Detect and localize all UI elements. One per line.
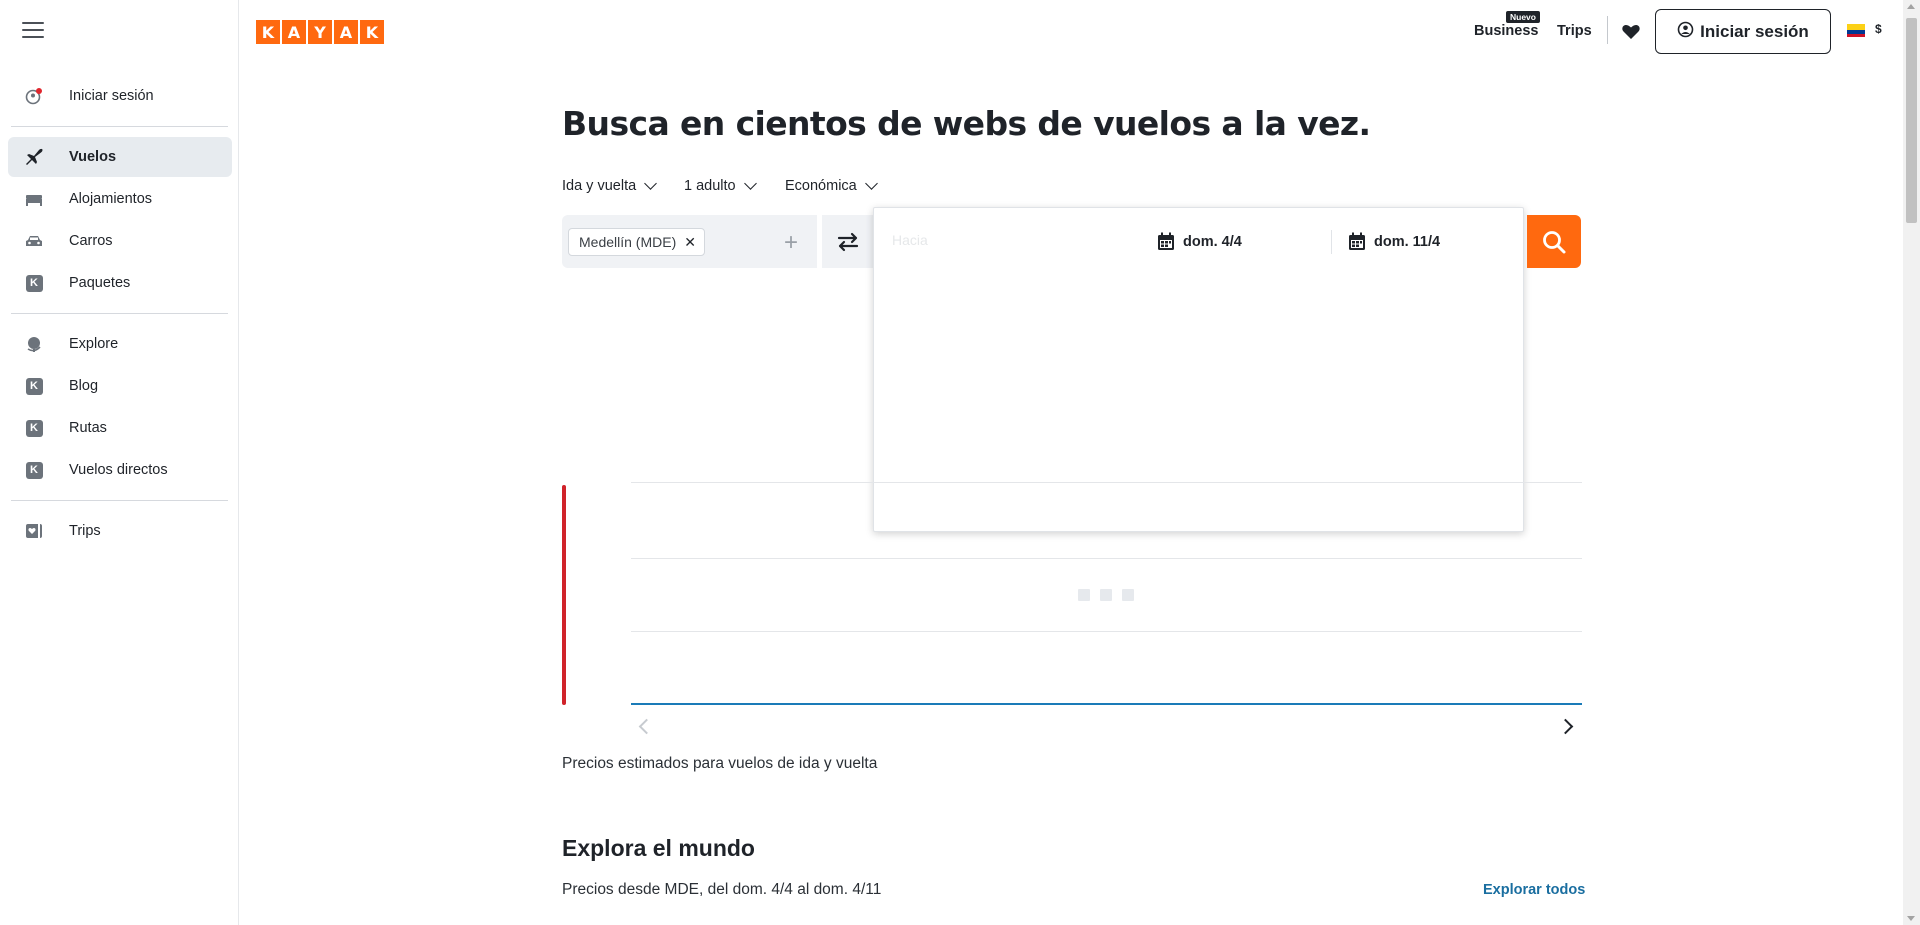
origin-field[interactable]: Medellín (MDE) ✕ + bbox=[562, 215, 817, 268]
chart-baseline bbox=[631, 703, 1582, 705]
calendar-icon bbox=[1158, 232, 1174, 250]
sidebar-item-label: Explore bbox=[69, 336, 119, 352]
return-date-label: dom. 11/4 bbox=[1374, 233, 1441, 250]
chevron-right-icon[interactable] bbox=[1557, 718, 1574, 735]
cabin-dropdown[interactable]: Económica bbox=[785, 177, 878, 194]
trip-type-dropdown[interactable]: Ida y vuelta bbox=[562, 177, 658, 194]
swap-button[interactable] bbox=[822, 215, 874, 268]
car-icon bbox=[24, 231, 44, 251]
sidebar-divider bbox=[11, 500, 228, 501]
close-icon[interactable]: ✕ bbox=[684, 234, 696, 251]
chart-highlight-bar bbox=[562, 485, 566, 705]
logo-letter: A bbox=[282, 20, 306, 44]
return-date-field[interactable]: dom. 11/4 bbox=[1348, 232, 1440, 251]
sidebar-item-direct-flights[interactable]: K Vuelos directos bbox=[8, 450, 232, 490]
date-divider bbox=[1331, 230, 1332, 254]
explore-title: Explora el mundo bbox=[562, 835, 755, 861]
sidebar: Iniciar sesión Vuelos Alojamientos Carro… bbox=[0, 0, 239, 925]
sidebar-item-label: Alojamientos bbox=[69, 191, 153, 207]
kayak-k-icon: K bbox=[24, 460, 44, 480]
sidebar-item-cars[interactable]: Carros bbox=[8, 221, 232, 261]
explore-subtitle: Precios desde MDE, del dom. 4/4 al dom. … bbox=[562, 881, 882, 898]
add-origin-icon[interactable]: + bbox=[784, 229, 798, 257]
login-label: Iniciar sesión bbox=[1700, 21, 1809, 41]
origin-chip-label: Medellín (MDE) bbox=[579, 234, 677, 250]
sidebar-item-label: Vuelos directos bbox=[69, 462, 168, 478]
scrollbar-thumb[interactable] bbox=[1906, 18, 1917, 223]
logo-letter: Y bbox=[308, 20, 332, 44]
globe-icon bbox=[24, 334, 44, 354]
menu-icon[interactable] bbox=[22, 22, 44, 40]
logo-letter: K bbox=[256, 20, 280, 44]
kayak-logo[interactable]: K A Y A K bbox=[256, 20, 384, 44]
scrollbar[interactable] bbox=[1903, 0, 1920, 925]
scroll-down-icon[interactable] bbox=[1907, 916, 1915, 921]
sidebar-item-trips[interactable]: Trips bbox=[8, 511, 232, 551]
header-divider bbox=[1607, 16, 1608, 44]
sidebar-item-label: Vuelos bbox=[69, 149, 117, 165]
sidebar-divider bbox=[11, 126, 228, 127]
price-note: Precios estimados para vuelos de ida y v… bbox=[562, 755, 878, 772]
gridline bbox=[631, 631, 1582, 632]
sidebar-item-label: Paquetes bbox=[69, 275, 131, 291]
colombia-flag-icon[interactable] bbox=[1847, 24, 1865, 37]
logo-letter: K bbox=[360, 20, 384, 44]
sidebar-item-label: Blog bbox=[69, 378, 99, 394]
logo-letter: A bbox=[334, 20, 358, 44]
new-badge: Nuevo bbox=[1506, 11, 1540, 23]
sidebar-item-label: Trips bbox=[69, 523, 101, 539]
business-label: Business bbox=[1474, 23, 1539, 39]
chevron-down-icon bbox=[644, 177, 658, 190]
depart-date-label: dom. 4/4 bbox=[1183, 233, 1242, 250]
search-button[interactable] bbox=[1527, 215, 1581, 268]
swap-icon bbox=[837, 232, 859, 251]
sidebar-item-label: Carros bbox=[69, 233, 113, 249]
sidebar-item-label: Rutas bbox=[69, 420, 107, 436]
sidebar-item-routes[interactable]: K Rutas bbox=[8, 408, 232, 448]
kayak-k-icon: K bbox=[24, 418, 44, 438]
chevron-left-icon[interactable] bbox=[638, 718, 655, 735]
chevron-down-icon bbox=[864, 177, 878, 190]
business-link[interactable]: Nuevo Business bbox=[1474, 0, 1540, 62]
explore-all-link[interactable]: Explorar todos bbox=[1483, 882, 1585, 898]
chevron-down-icon bbox=[743, 177, 757, 190]
gridline bbox=[631, 558, 1582, 559]
sidebar-divider bbox=[11, 313, 228, 314]
calendar-icon bbox=[1349, 232, 1365, 250]
destination-input[interactable]: Hacia bbox=[892, 232, 928, 248]
user-icon bbox=[24, 86, 44, 106]
sidebar-item-label: Iniciar sesión bbox=[69, 88, 154, 104]
user-circle-icon bbox=[1677, 21, 1694, 43]
sidebar-item-blog[interactable]: K Blog bbox=[8, 366, 232, 406]
trips-heart-icon bbox=[24, 521, 44, 541]
origin-chip[interactable]: Medellín (MDE) ✕ bbox=[568, 228, 705, 256]
passengers-dropdown[interactable]: 1 adulto bbox=[684, 177, 757, 194]
sidebar-item-login[interactable]: Iniciar sesión bbox=[8, 76, 232, 116]
sidebar-item-flights[interactable]: Vuelos bbox=[8, 137, 232, 177]
cabin-label: Económica bbox=[785, 178, 857, 194]
login-button[interactable]: Iniciar sesión bbox=[1655, 9, 1831, 54]
sidebar-item-packages[interactable]: K Paquetes bbox=[8, 263, 232, 303]
sidebar-item-explore[interactable]: Explore bbox=[8, 324, 232, 364]
trip-type-label: Ida y vuelta bbox=[562, 178, 637, 194]
scroll-up-icon[interactable] bbox=[1907, 4, 1915, 9]
kayak-k-icon: K bbox=[24, 273, 44, 293]
depart-date-field[interactable]: dom. 4/4 bbox=[1157, 232, 1242, 251]
currency-selector[interactable]: $ bbox=[1875, 22, 1882, 36]
plane-icon bbox=[24, 147, 44, 167]
search-popup: Hacia dom. 4/4 dom. 11/4 bbox=[873, 207, 1524, 532]
loading-indicator bbox=[1078, 589, 1134, 601]
gridline bbox=[631, 482, 1582, 483]
trips-link[interactable]: Trips bbox=[1557, 0, 1592, 62]
kayak-k-icon: K bbox=[24, 376, 44, 396]
bed-icon bbox=[24, 189, 44, 209]
sidebar-item-stays[interactable]: Alojamientos bbox=[8, 179, 232, 219]
heart-icon[interactable] bbox=[1620, 20, 1642, 42]
page-title: Busca en cientos de webs de vuelos a la … bbox=[562, 104, 1371, 143]
passengers-label: 1 adulto bbox=[684, 178, 736, 194]
search-icon bbox=[1543, 230, 1566, 253]
